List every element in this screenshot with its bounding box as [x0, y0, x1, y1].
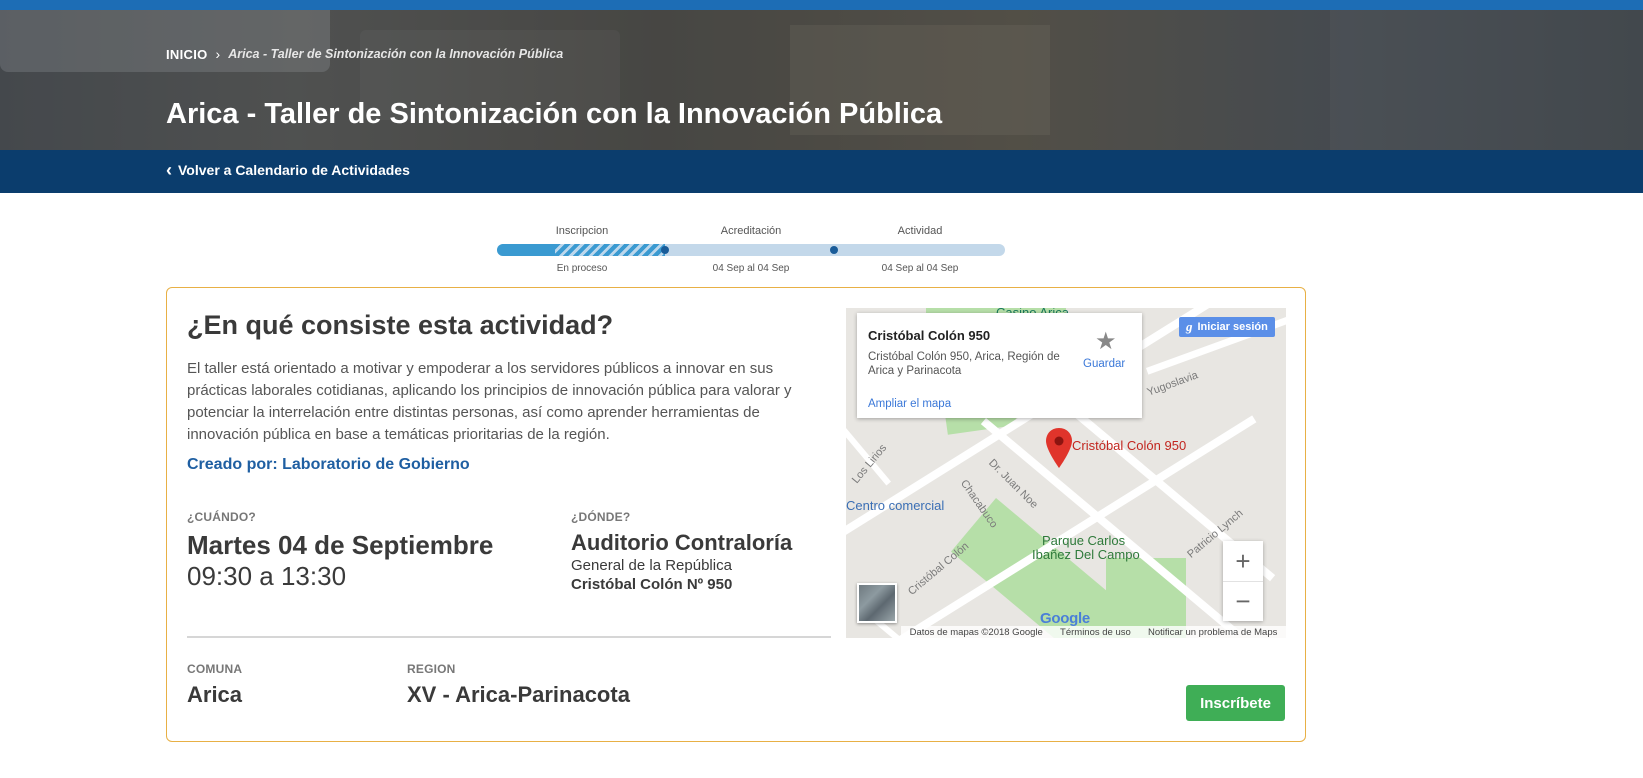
step-dates-acreditacion: 04 Sep al 04 Sep	[712, 263, 790, 274]
step-label-inscripcion: Inscripcion	[555, 225, 609, 237]
activity-description: El taller está orientado a motivar y emp…	[187, 360, 792, 443]
venue-line: General de la República	[571, 557, 732, 574]
activity-card: ¿En qué consiste esta actividad? El tall…	[166, 287, 1306, 742]
where-label: ¿DÓNDE?	[571, 510, 631, 524]
location-map[interactable]: Casino Arica Yugoslavia Los Lirios Centr…	[846, 308, 1286, 638]
breadcrumb: INICIO › Arica - Taller de Sintonización…	[166, 46, 563, 62]
satellite-view-toggle[interactable]	[857, 583, 897, 623]
register-button[interactable]: Inscríbete	[1186, 685, 1285, 721]
star-icon[interactable]: ★	[1095, 327, 1117, 356]
location-pin-icon[interactable]	[1046, 428, 1072, 468]
step-status-inscripcion: En proceso	[556, 263, 608, 274]
progress-track	[497, 244, 1005, 256]
when-section: ¿CUÁNDO? Martes 04 de Septiembre 09:30 a…	[187, 510, 493, 592]
save-place-button[interactable]: Guardar	[1083, 358, 1125, 370]
map-data-attribution: Datos de mapas ©2018 Google	[909, 626, 1043, 638]
map-info-window: Cristóbal Colón 950 Cristóbal Colón 950,…	[857, 313, 1142, 418]
signin-label: Iniciar sesión	[1197, 321, 1268, 333]
page-title: Arica - Taller de Sintonización con la I…	[166, 98, 943, 130]
region-section: REGION XV - Arica-Parinacota	[407, 662, 630, 708]
top-accent-bar	[0, 0, 1643, 10]
comuna-section: COMUNA Arica	[187, 662, 242, 708]
progress-steps: Inscripcion Acreditación Actividad En pr…	[497, 225, 1005, 275]
activity-heading: ¿En qué consiste esta actividad?	[187, 310, 614, 340]
map-label-street: Yugoslavia	[1145, 369, 1200, 399]
comuna-value: Arica	[187, 682, 243, 707]
breadcrumb-current: Arica - Taller de Sintonización con la I…	[228, 47, 564, 61]
google-g-icon: g	[1186, 319, 1193, 334]
map-terms-link[interactable]: Términos de uso	[1060, 627, 1131, 638]
step-label-acreditacion: Acreditación	[720, 225, 782, 237]
event-date: Martes 04 de Septiembre	[187, 530, 494, 560]
progress-fill-complete	[497, 244, 555, 256]
chevron-right-icon: ›	[215, 46, 221, 62]
map-info-address: Cristóbal Colón 950, Arica, Región de Ar…	[868, 351, 1060, 377]
created-by-label: Creado por: Laboratorio de Gobierno	[187, 456, 470, 473]
map-report-link[interactable]: Notificar un problema de Maps	[1148, 627, 1277, 638]
progress-marker	[661, 246, 669, 254]
map-label-park: Parque Carlos	[1042, 533, 1126, 548]
comuna-label: COMUNA	[187, 662, 243, 676]
step-dates-actividad: 04 Sep al 04 Sep	[881, 263, 959, 274]
hero-banner: INICIO › Arica - Taller de Sintonización…	[0, 10, 1643, 150]
chevron-left-icon: ‹	[166, 160, 172, 180]
progress-fill-in-progress	[555, 244, 665, 256]
when-label: ¿CUÁNDO?	[187, 510, 256, 524]
enlarge-map-link[interactable]: Ampliar el mapa	[868, 398, 951, 410]
map-footer: Datos de mapas ©2018 Google Términos de …	[901, 626, 1286, 638]
event-time: 09:30 a 13:30	[187, 561, 347, 591]
region-value: XV - Arica-Parinacota	[407, 682, 630, 707]
progress-marker	[830, 246, 838, 254]
zoom-in-button[interactable]: +	[1223, 541, 1263, 581]
breadcrumb-home-link[interactable]: INICIO	[166, 47, 208, 62]
map-info-title: Cristóbal Colón 950	[868, 328, 991, 343]
divider	[187, 636, 831, 638]
map-pin-label: Cristóbal Colón 950	[1072, 438, 1187, 453]
back-to-calendar-link[interactable]: ‹ Volver a Calendario de Actividades	[166, 160, 410, 180]
sub-navigation-bar: ‹ Volver a Calendario de Actividades	[0, 150, 1643, 193]
map-label-street: Cristóbal Colón	[905, 540, 972, 598]
google-logo: Google	[1040, 610, 1090, 627]
back-link-label: Volver a Calendario de Actividades	[178, 162, 410, 178]
venue-name: Auditorio Contraloría	[571, 530, 793, 555]
where-section: ¿DÓNDE? Auditorio Contraloría General de…	[571, 510, 792, 594]
google-signin-button[interactable]: g Iniciar sesión	[1179, 317, 1275, 337]
region-label: REGION	[407, 662, 456, 676]
zoom-controls: + −	[1223, 541, 1263, 621]
zoom-out-button[interactable]: −	[1223, 581, 1263, 621]
map-label-park: Ibañez Del Campo	[1032, 547, 1140, 562]
step-label-actividad: Actividad	[897, 225, 943, 237]
venue-address: Cristóbal Colón Nº 950	[571, 576, 733, 593]
map-label-poi: Centro comercial	[846, 498, 945, 513]
